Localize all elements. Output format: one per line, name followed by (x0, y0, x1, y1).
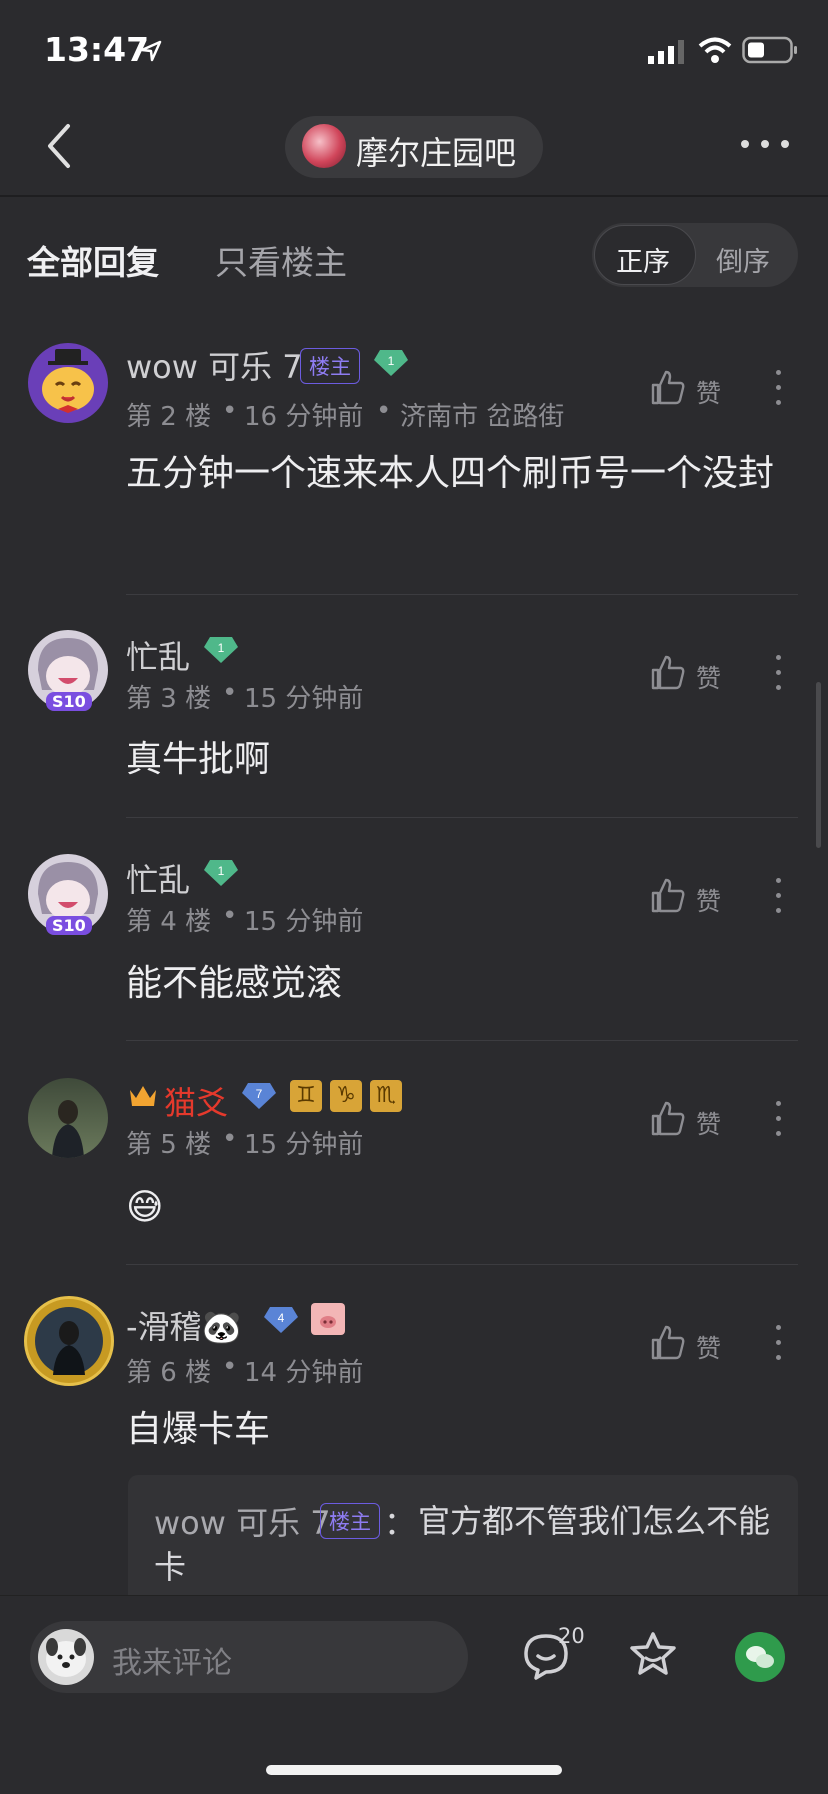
wechat-share-button[interactable] (735, 1632, 785, 1682)
meta-dot: • (376, 396, 392, 426)
status-bar: 13:47 (0, 0, 828, 100)
level-gem-icon: 7 (242, 1083, 276, 1109)
like-thumb-icon[interactable] (650, 1324, 686, 1360)
dog-avatar-icon (46, 1638, 86, 1677)
post-username[interactable]: 猫爻 (164, 1078, 228, 1124)
post-username[interactable]: 忙乱 (126, 855, 190, 901)
level-number: 4 (278, 1311, 285, 1325)
post-content: 自爆卡车 (126, 1409, 271, 1450)
level-number: 7 (256, 1087, 263, 1101)
level-gem-icon: 4 (264, 1307, 298, 1333)
post-time: 14 分钟前 (244, 1358, 364, 1388)
meta-dot: • (222, 1124, 238, 1154)
comment-placeholder: 我来评论 (112, 1646, 232, 1681)
post-more-icon[interactable] (776, 1101, 782, 1146)
post-content: 😅 (126, 1187, 164, 1228)
pig-badge-icon (311, 1303, 345, 1335)
avatar-season-badge: S10 (46, 916, 92, 935)
post-more-icon[interactable] (776, 370, 782, 415)
divider (126, 1264, 798, 1265)
comment-input[interactable] (30, 1621, 468, 1693)
post-time: 15 分钟前 (244, 1130, 364, 1160)
post-content: 五分钟一个速来本人四个刷币号一个没封 (126, 453, 775, 494)
wifi-icon (698, 37, 732, 63)
home-indicator (266, 1765, 562, 1775)
like-label[interactable]: 赞 (696, 882, 721, 918)
post-username[interactable]: -滑稽🐼 (126, 1302, 241, 1348)
avatar[interactable] (24, 1296, 114, 1386)
post-location: 济南市 岔路街 (400, 402, 565, 432)
post-more-icon[interactable] (776, 1325, 782, 1370)
location-arrow-icon (140, 40, 162, 62)
divider (126, 594, 798, 595)
post-floor: 第 5 楼 (126, 1130, 212, 1160)
sort-desc-button[interactable]: 倒序 (716, 240, 770, 279)
my-avatar (38, 1629, 94, 1685)
post-more-icon[interactable] (776, 655, 782, 700)
sort-asc-button[interactable]: 正序 (616, 240, 670, 279)
photo-avatar-icon (35, 1307, 103, 1375)
like-label[interactable]: 赞 (696, 659, 721, 695)
back-icon[interactable] (44, 122, 74, 170)
like-label[interactable]: 赞 (696, 374, 721, 410)
tab-all-replies[interactable]: 全部回复 (27, 236, 159, 284)
photo-avatar-icon (52, 1100, 84, 1158)
battery-icon (742, 36, 797, 64)
like-label[interactable]: 赞 (696, 1329, 721, 1365)
post-time: 15 分钟前 (244, 907, 364, 937)
meta-dot: • (222, 901, 238, 931)
level-gem-icon: 1 (204, 860, 238, 886)
zodiac-gemini-badge: ♊ (290, 1080, 322, 1112)
scrollbar[interactable] (816, 682, 821, 848)
zodiac-scorpio-badge: ♏ (370, 1080, 402, 1112)
level-gem-icon: 1 (204, 637, 238, 663)
meta-dot: • (222, 1352, 238, 1382)
signal-icon (648, 40, 684, 64)
post-more-icon[interactable] (776, 878, 782, 923)
level-gem-icon: 1 (374, 350, 408, 376)
post-floor: 第 3 楼 (126, 684, 212, 714)
favorite-star-icon[interactable] (628, 1630, 678, 1678)
op-badge: 楼主 (300, 348, 360, 384)
zodiac-capricorn-badge: ♑ (330, 1080, 362, 1112)
avatar[interactable] (28, 343, 108, 423)
divider (126, 1040, 798, 1041)
forum-avatar (302, 124, 346, 168)
post-time: 15 分钟前 (244, 684, 364, 714)
sub-reply-text: 官方都不管我们怎么不能卡 (154, 1502, 771, 1586)
comment-count: 20 (558, 1624, 585, 1648)
like-thumb-icon[interactable] (650, 877, 686, 913)
meta-dot: • (222, 396, 238, 426)
forum-name: 摩尔庄园吧 (356, 134, 517, 172)
wechat-icon (746, 1646, 774, 1668)
level-number: 1 (218, 864, 225, 878)
divider (126, 817, 798, 818)
post-username[interactable]: wow 可乐 7 (126, 342, 303, 388)
crown-icon (130, 1086, 156, 1106)
more-options-icon[interactable] (740, 138, 790, 150)
post-floor: 第 6 楼 (126, 1358, 212, 1388)
cat-avatar-icon (42, 349, 94, 413)
like-thumb-icon[interactable] (650, 369, 686, 405)
post-username[interactable]: 忙乱 (126, 632, 190, 678)
post-floor: 第 4 楼 (126, 907, 212, 937)
like-label[interactable]: 赞 (696, 1105, 721, 1141)
status-time: 13:47 (44, 30, 150, 69)
like-thumb-icon[interactable] (650, 1100, 686, 1136)
meta-dot: • (222, 678, 238, 708)
post-content: 能不能感觉滚 (126, 963, 343, 1004)
avatar[interactable] (28, 1078, 108, 1158)
like-thumb-icon[interactable] (650, 654, 686, 690)
level-number: 1 (218, 641, 225, 655)
post-floor: 第 2 楼 (126, 402, 212, 432)
level-number: 1 (388, 354, 395, 368)
tab-op-only[interactable]: 只看楼主 (215, 236, 347, 284)
avatar-season-badge: S10 (46, 692, 92, 711)
post-time: 16 分钟前 (244, 402, 364, 432)
post-content: 真牛批啊 (126, 739, 271, 780)
